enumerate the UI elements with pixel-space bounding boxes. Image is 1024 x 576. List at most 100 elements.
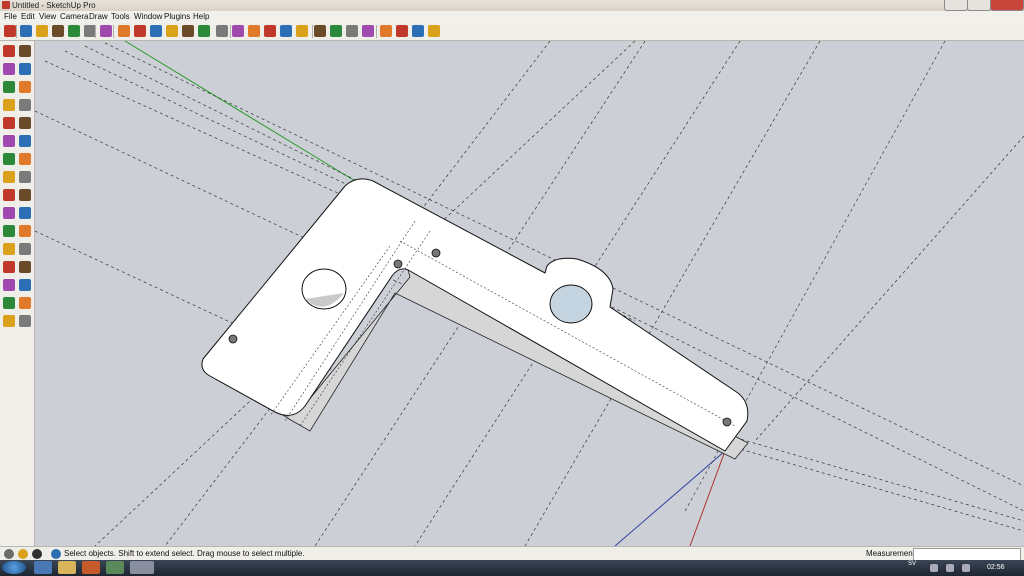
axes-icon[interactable] <box>3 225 15 237</box>
taskbar-ie-icon[interactable] <box>34 561 52 574</box>
menu-file[interactable]: File <box>4 11 17 23</box>
pencil-icon[interactable] <box>19 63 31 75</box>
extension-icon[interactable] <box>412 25 424 37</box>
language-indicator[interactable]: SV <box>908 560 916 569</box>
follow-me-icon[interactable] <box>19 153 31 165</box>
zoom-icon[interactable] <box>3 261 15 273</box>
taskbar-app-icon[interactable] <box>106 561 124 574</box>
zoom-window-icon[interactable] <box>19 261 31 273</box>
arc-icon[interactable] <box>19 99 31 111</box>
main-toolbar <box>0 23 1024 41</box>
status-message: Select objects. Shift to extend select. … <box>64 549 305 558</box>
eraser-icon[interactable] <box>134 25 146 37</box>
polygon-icon[interactable] <box>3 117 15 129</box>
freehand-icon[interactable] <box>19 117 31 129</box>
toolbar-separator <box>230 25 231 38</box>
share-model-icon[interactable] <box>428 25 440 37</box>
eraser-icon[interactable] <box>20 25 32 37</box>
toolbar-separator <box>312 25 313 38</box>
close-button[interactable] <box>990 0 1024 11</box>
camera-position-icon[interactable] <box>314 25 326 37</box>
user-icon[interactable] <box>32 549 42 559</box>
pencil-icon[interactable] <box>36 25 48 37</box>
taskbar-media-icon[interactable] <box>82 561 100 574</box>
minimize-button[interactable] <box>944 0 968 11</box>
windows-taskbar: SV 02:56 <box>0 560 1024 576</box>
taskbar-sketchup-icon[interactable] <box>130 561 154 574</box>
3d-text-icon[interactable] <box>19 225 31 237</box>
menu-view[interactable]: View <box>39 11 56 23</box>
move-icon[interactable] <box>3 135 15 147</box>
menu-edit[interactable]: Edit <box>21 11 35 23</box>
orbit-icon[interactable] <box>216 25 228 37</box>
small-hole <box>431 248 441 258</box>
make-component-icon[interactable] <box>100 25 112 37</box>
circle-icon[interactable] <box>68 25 80 37</box>
credits-icon[interactable] <box>18 549 28 559</box>
help-icon[interactable] <box>51 549 61 559</box>
status-bar: Select objects. Shift to extend select. … <box>0 546 1024 561</box>
start-button[interactable] <box>2 561 26 574</box>
dimension-icon[interactable] <box>19 189 31 201</box>
rectangle-icon[interactable] <box>52 25 64 37</box>
offset-icon[interactable] <box>19 171 31 183</box>
large-tool-set <box>0 41 35 546</box>
previous-view-icon[interactable] <box>280 25 292 37</box>
rotate-icon[interactable] <box>182 25 194 37</box>
follow-me-icon[interactable] <box>198 25 210 37</box>
zoom-icon[interactable] <box>248 25 260 37</box>
push-pull-icon[interactable] <box>150 25 162 37</box>
measurements-label: Measurements <box>866 549 919 558</box>
tape-measure-icon[interactable] <box>3 189 15 201</box>
tray-icon[interactable] <box>930 564 938 572</box>
pan-icon[interactable] <box>19 243 31 255</box>
orbit-icon[interactable] <box>3 243 15 255</box>
maximize-button[interactable] <box>967 0 991 11</box>
look-around-icon[interactable] <box>19 297 31 309</box>
line-icon[interactable] <box>19 81 31 93</box>
rotate-icon[interactable] <box>3 153 15 165</box>
circle-icon[interactable] <box>3 99 15 111</box>
paint-bucket-icon[interactable] <box>118 25 130 37</box>
walk-icon[interactable] <box>3 315 15 327</box>
next-view-icon[interactable] <box>296 25 308 37</box>
rectangle-icon[interactable] <box>3 81 15 93</box>
components-icon[interactable] <box>380 25 392 37</box>
tray-icon[interactable] <box>962 564 970 572</box>
zoom-extents-icon[interactable] <box>264 25 276 37</box>
look-around-icon[interactable] <box>330 25 342 37</box>
tray-icon[interactable] <box>946 564 954 572</box>
text-icon[interactable] <box>19 207 31 219</box>
menu-help[interactable]: Help <box>193 11 209 23</box>
small-hole <box>228 334 238 344</box>
menu-plugins[interactable]: Plugins <box>164 11 190 23</box>
walk-icon[interactable] <box>346 25 358 37</box>
toolbar-separator <box>376 25 377 38</box>
eraser-icon[interactable] <box>19 45 31 57</box>
zoom-extents-icon[interactable] <box>3 279 15 291</box>
title-bar: Untitled - SketchUp Pro <box>0 0 1024 11</box>
menu-camera[interactable]: Camera <box>60 11 88 23</box>
large-hole-right <box>549 284 593 324</box>
scale-icon[interactable] <box>3 171 15 183</box>
select-icon[interactable] <box>4 25 16 37</box>
paint-bucket-icon[interactable] <box>3 63 15 75</box>
position-camera-icon[interactable] <box>3 297 15 309</box>
menu-tools[interactable]: Tools <box>111 11 130 23</box>
warehouse-icon[interactable] <box>396 25 408 37</box>
menu-window[interactable]: Window <box>134 11 162 23</box>
drawing-viewport[interactable] <box>35 41 1024 546</box>
move-icon[interactable] <box>166 25 178 37</box>
push-pull-icon[interactable] <box>19 135 31 147</box>
clock[interactable]: 02:56 <box>987 560 1005 576</box>
taskbar-explorer-icon[interactable] <box>58 561 76 574</box>
pan-icon[interactable] <box>232 25 244 37</box>
previous-view-icon[interactable] <box>19 279 31 291</box>
section-plane-icon[interactable] <box>362 25 374 37</box>
menu-draw[interactable]: Draw <box>89 11 108 23</box>
toolbar-separator <box>113 25 114 38</box>
section-plane-icon[interactable] <box>19 315 31 327</box>
select-icon[interactable] <box>3 45 15 57</box>
protractor-icon[interactable] <box>3 207 15 219</box>
geo-location-icon[interactable] <box>4 549 14 559</box>
